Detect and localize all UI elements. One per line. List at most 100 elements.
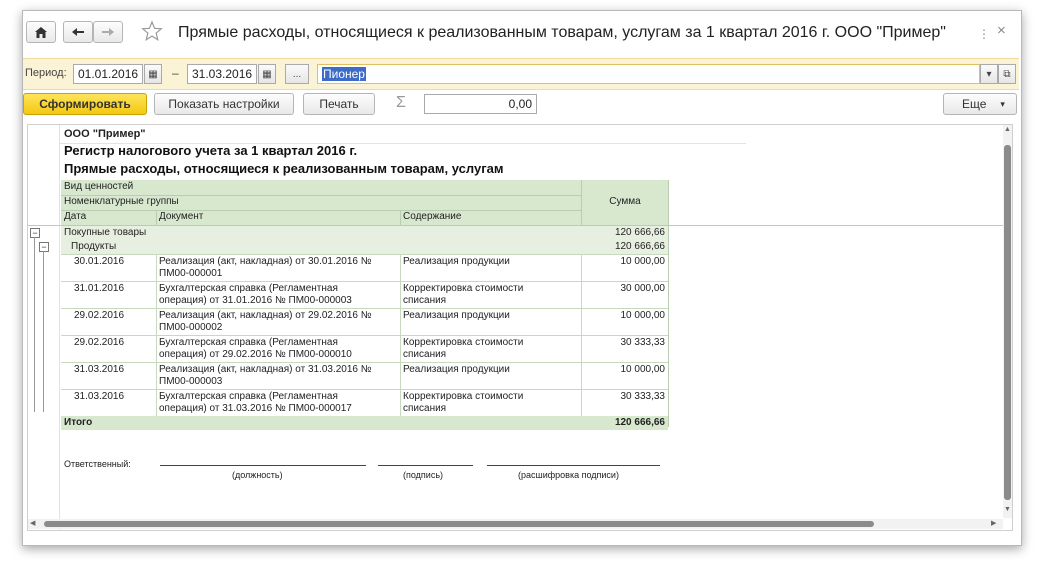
responsible-label: Ответственный:	[64, 459, 131, 469]
header-kind: Вид ценностей	[61, 180, 581, 195]
more-button[interactable]: Еще ▾	[943, 93, 1017, 115]
organization-open-button[interactable]: ⧉	[998, 64, 1016, 84]
arrow-right-icon	[102, 28, 114, 36]
organization-dropdown-button[interactable]: ▾	[980, 64, 998, 84]
date-to-field[interactable]: 31.03.2016	[187, 64, 257, 84]
vertical-scrollbar[interactable]: ▲ ▼	[1003, 125, 1012, 518]
row-date: 31.01.2016	[74, 283, 125, 294]
row-document[interactable]: Реализация (акт, накладная) от 30.01.201…	[159, 256, 372, 280]
row-document-line1: Реализация (акт, накладная) от 31.03.201…	[159, 364, 372, 375]
row-content: Корректировка стоимости списания	[403, 283, 523, 307]
header-content: Содержание	[400, 210, 581, 225]
collapse-group2-icon[interactable]: −	[39, 242, 49, 252]
header-document: Документ	[156, 210, 400, 225]
row-document[interactable]: Бухгалтерская справка (Регламентная опера…	[159, 283, 352, 307]
choose-period-button[interactable]: ...	[285, 64, 309, 84]
close-icon[interactable]: ×	[997, 23, 1013, 39]
row-date: 30.01.2016	[74, 256, 125, 267]
header-date: Дата	[61, 210, 156, 225]
row-content: Корректировка стоимости списания	[403, 391, 523, 415]
organization-field[interactable]: Пионер	[317, 64, 980, 84]
group-products-sum: 120 666,66	[581, 240, 668, 254]
group-purchased-label: Покупные товары	[61, 226, 581, 240]
row-content: Реализация продукции	[403, 364, 510, 376]
horizontal-scroll-right-icon[interactable]: ▶	[991, 519, 996, 527]
header-group: Номенклатурные группы	[61, 195, 581, 210]
home-button[interactable]	[26, 21, 56, 43]
row-document[interactable]: Бухгалтерская справка (Регламентная опера…	[159, 337, 352, 361]
row-content-line2: списания	[403, 403, 447, 414]
group-products-label: Продукты	[61, 240, 581, 254]
row-document-line1: Бухгалтерская справка (Регламентная	[159, 391, 338, 402]
filter-bar: Период: 01.01.2016 ▦ – 31.03.2016 ▦ ... …	[23, 58, 1019, 90]
horizontal-scroll-left-icon[interactable]: ◀	[30, 519, 35, 527]
row-date: 31.03.2016	[74, 391, 125, 402]
report-title-1: Регистр налогового учета за 1 квартал 20…	[64, 143, 358, 158]
row-sum: 30 000,00	[620, 283, 666, 294]
calendar-from-button[interactable]: ▦	[144, 64, 162, 84]
period-label: Период:	[25, 67, 67, 79]
row-sum: 10 000,00	[620, 310, 666, 321]
row-document-line2: операция) от 31.01.2016 № ПМ00-000003	[159, 295, 352, 306]
row-document-line1: Реализация (акт, накладная) от 30.01.201…	[159, 256, 372, 267]
row-document[interactable]: Бухгалтерская справка (Регламентная опера…	[159, 391, 352, 415]
row-content: Корректировка стоимости списания	[403, 337, 523, 361]
row-document-line2: ПМ00-000001	[159, 268, 223, 279]
row-date: 29.02.2016	[74, 337, 125, 348]
signature-caption: (подпись)	[403, 470, 444, 480]
row-content-line2: списания	[403, 295, 447, 306]
print-button[interactable]: Печать	[303, 93, 375, 115]
home-icon	[35, 26, 47, 38]
row-sum: 10 000,00	[620, 256, 666, 267]
vertical-scroll-thumb[interactable]	[1004, 145, 1011, 500]
row-content-line1: Реализация продукции	[403, 310, 510, 321]
row-document-line2: операция) от 29.02.2016 № ПМ00-000010	[159, 349, 352, 360]
favorite-star-icon[interactable]	[141, 20, 165, 44]
back-button[interactable]	[63, 21, 93, 43]
horizontal-scrollbar[interactable]: ◀ ▶	[28, 519, 1003, 529]
group-products-text: Продукты	[71, 241, 117, 252]
row-document-line1: Бухгалтерская справка (Регламентная	[159, 337, 338, 348]
vertical-scroll-up-icon[interactable]: ▲	[1004, 126, 1011, 133]
collapse-group1-icon[interactable]: −	[30, 228, 40, 238]
position-caption: (должность)	[232, 470, 283, 480]
header-sum: Сумма	[581, 180, 668, 225]
link-icon[interactable]: ⋮	[978, 27, 990, 41]
arrow-left-icon	[72, 28, 84, 36]
total-label: Итого	[61, 416, 581, 430]
row-document-line2: ПМ00-000003	[159, 376, 223, 387]
report-org: ООО "Пример"	[64, 128, 146, 140]
show-settings-button[interactable]: Показать настройки	[154, 93, 294, 115]
row-document[interactable]: Реализация (акт, накладная) от 31.03.201…	[159, 364, 372, 388]
report-sheet[interactable]: ООО "Пример" Регистр налогового учета за…	[27, 124, 1013, 531]
sum-field: 0,00	[424, 94, 537, 114]
row-content-line1: Реализация продукции	[403, 256, 510, 267]
report-window: Прямые расходы, относящиеся к реализован…	[22, 10, 1022, 546]
row-date: 29.02.2016	[74, 310, 125, 321]
row-content-line1: Реализация продукции	[403, 364, 510, 375]
total-sum: 120 666,66	[581, 416, 668, 430]
row-date: 31.03.2016	[74, 364, 125, 375]
row-content: Реализация продукции	[403, 256, 510, 268]
row-content-line1: Корректировка стоимости	[403, 391, 524, 402]
row-sum: 10 000,00	[620, 364, 666, 375]
group-purchased-sum: 120 666,66	[581, 226, 668, 240]
row-document[interactable]: Реализация (акт, накладная) от 29.02.201…	[159, 310, 372, 334]
row-content-line1: Корректировка стоимости	[403, 337, 524, 348]
row-content-line1: Корректировка стоимости	[403, 283, 524, 294]
date-from-field[interactable]: 01.01.2016	[73, 64, 143, 84]
row-sum: 30 333,33	[620, 391, 666, 402]
report-title-2: Прямые расходы, относящиеся к реализован…	[64, 161, 504, 176]
vertical-scroll-down-icon[interactable]: ▼	[1004, 506, 1011, 513]
generate-button[interactable]: Сформировать	[23, 93, 147, 115]
row-document-line2: операция) от 31.03.2016 № ПМ00-000017	[159, 403, 352, 414]
period-dash: –	[172, 66, 179, 80]
more-button-label: Еще	[962, 97, 987, 111]
calendar-to-button[interactable]: ▦	[258, 64, 276, 84]
window-title: Прямые расходы, относящиеся к реализован…	[178, 24, 946, 41]
sum-icon: Σ	[396, 94, 406, 111]
row-document-line1: Бухгалтерская справка (Регламентная	[159, 283, 338, 294]
horizontal-scroll-thumb[interactable]	[44, 521, 874, 527]
forward-button[interactable]	[93, 21, 123, 43]
organization-value: Пионер	[322, 67, 366, 81]
